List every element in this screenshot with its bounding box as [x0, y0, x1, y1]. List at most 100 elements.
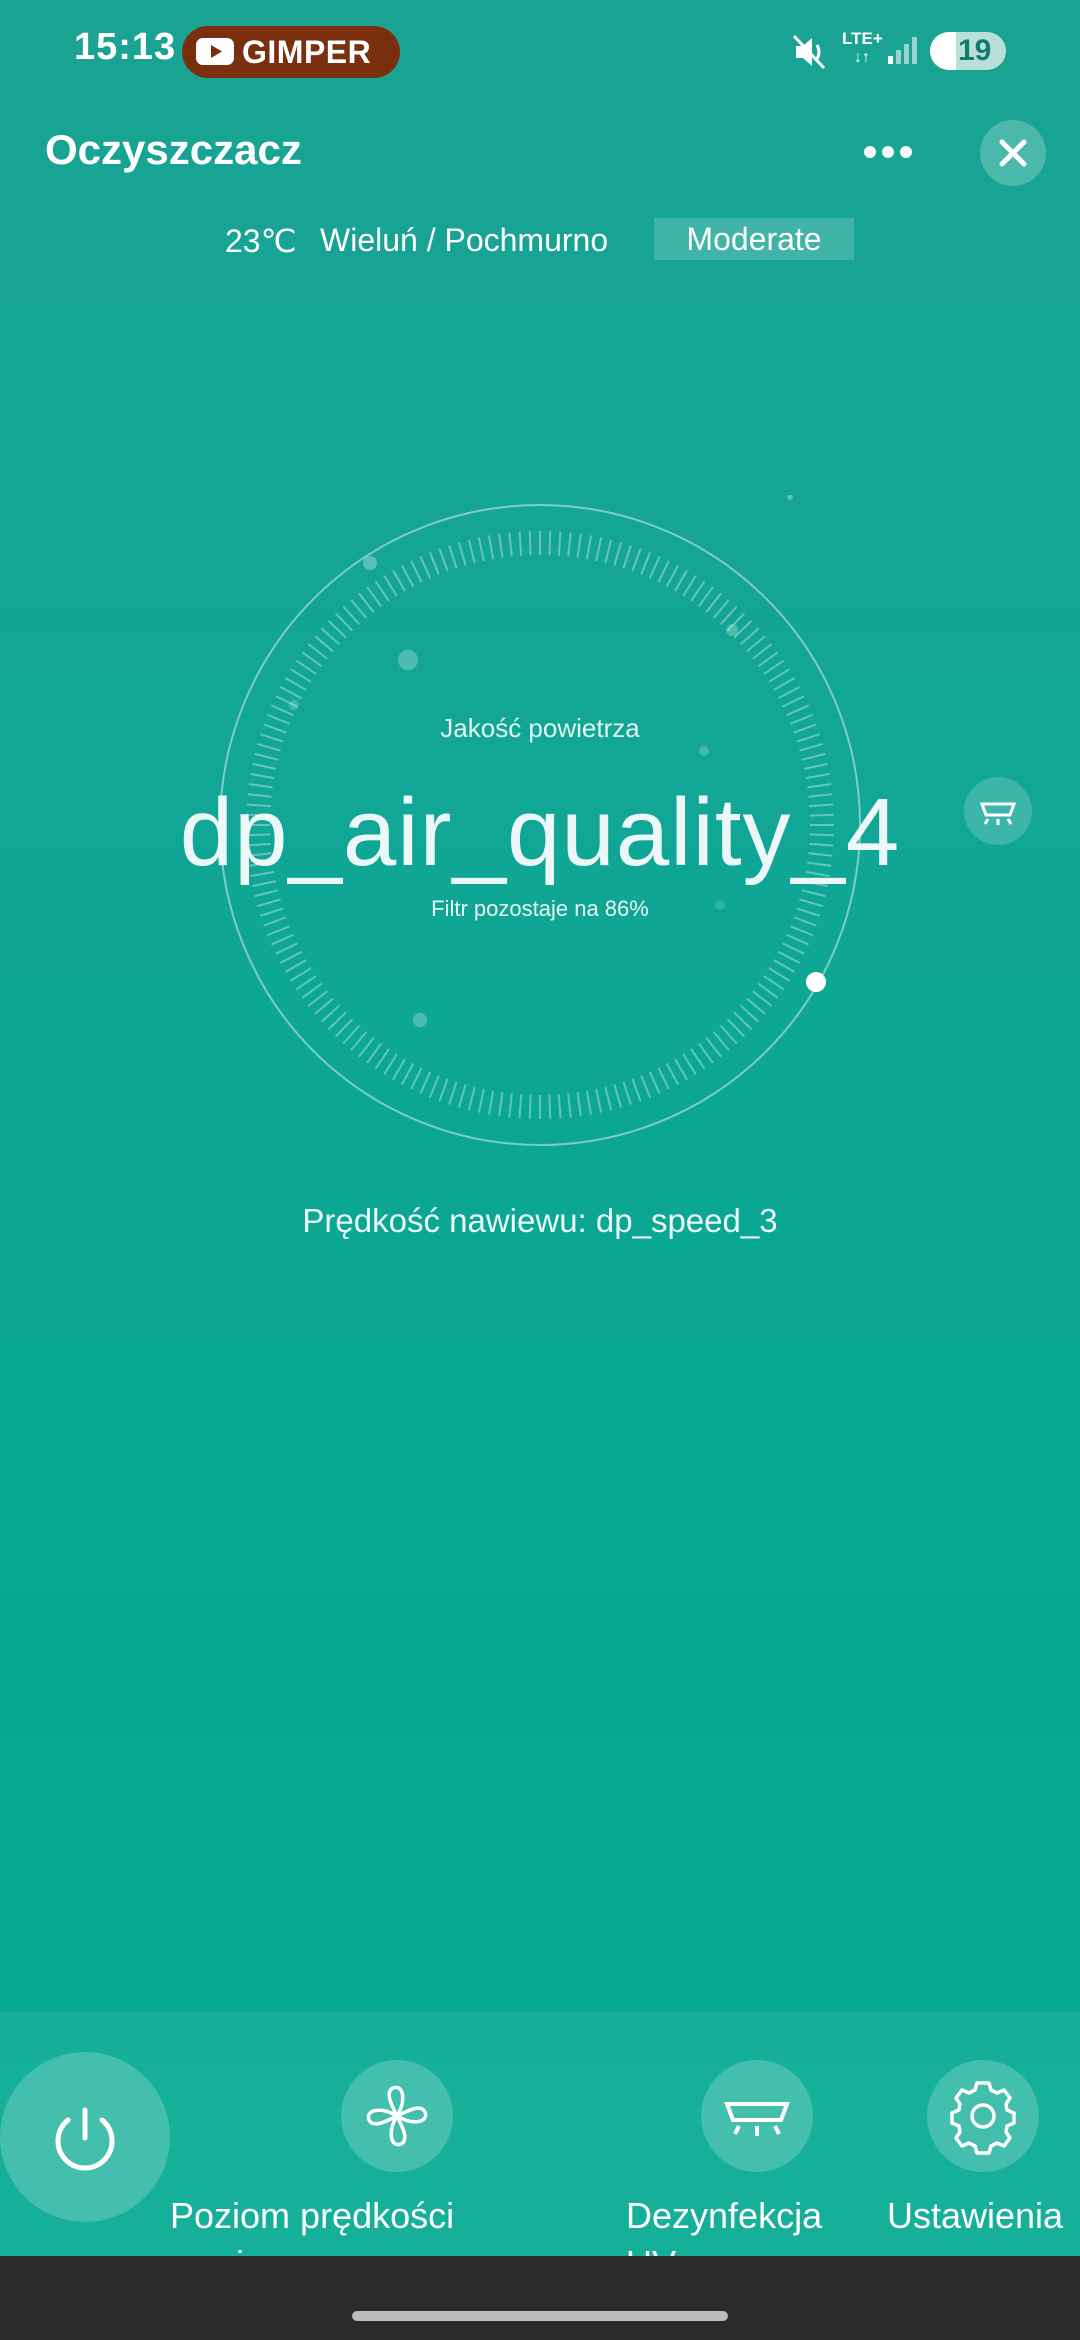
dial-tick — [295, 659, 317, 675]
dial-tick — [697, 1042, 714, 1064]
mute-icon — [792, 34, 826, 70]
fan-speed-text: Prędkość nawiewu: dp_speed_3 — [302, 1202, 778, 1239]
dial-tick — [254, 752, 279, 761]
close-button[interactable] — [980, 120, 1046, 186]
dial-tick — [622, 545, 632, 569]
dial-tick — [763, 659, 785, 675]
dial-tick — [786, 933, 809, 946]
dial-tick — [782, 695, 805, 708]
temperature: 23℃ — [225, 223, 297, 259]
youtube-chip-label: GIMPER — [242, 34, 372, 70]
dial-tick — [712, 1031, 730, 1051]
gear-icon — [950, 2081, 1016, 2155]
dial-tick — [682, 1053, 697, 1075]
dial-tick — [279, 950, 303, 964]
dial-tick — [290, 668, 312, 683]
dial-tick — [498, 1092, 504, 1117]
power-button[interactable] — [0, 2052, 170, 2222]
dial-tick — [803, 762, 828, 770]
dial-tick — [548, 1094, 552, 1119]
dial-tick — [768, 967, 790, 982]
location-weather: Wieluń / Pochmurno — [320, 222, 609, 258]
dial-tick — [508, 1093, 513, 1118]
dial-tick — [448, 1081, 458, 1105]
dial-tick — [327, 620, 347, 639]
dial-tick — [674, 569, 688, 592]
dial-tick — [690, 1048, 706, 1070]
battery-percent: 19 — [958, 34, 992, 67]
dial-tick — [448, 545, 458, 569]
fan-speed-button[interactable] — [341, 2060, 453, 2172]
dial-tick — [307, 643, 328, 660]
dial-tick — [320, 627, 341, 646]
air-quality-value: dp_air_quality_4 — [179, 779, 901, 886]
dial-tick — [477, 537, 485, 562]
dial-tick — [567, 1093, 572, 1118]
dial-tick — [719, 605, 738, 626]
dial-tick — [665, 1062, 679, 1086]
dial-tick — [739, 1004, 760, 1023]
dial-tick — [557, 531, 562, 556]
dial-tick — [419, 1071, 432, 1094]
dial-tick — [290, 967, 312, 982]
dial-tick — [576, 533, 582, 558]
dial-tick — [763, 975, 785, 991]
dial-tick — [640, 1074, 652, 1098]
dial-tick — [275, 942, 298, 955]
dial-tick — [295, 975, 317, 991]
dial-tick — [665, 564, 679, 588]
dial-tick — [518, 1094, 523, 1119]
dial-tick — [613, 1084, 622, 1108]
dial-tick — [438, 548, 449, 572]
dial-tick — [410, 560, 423, 583]
dial-tick — [327, 1011, 347, 1030]
dial-tick — [726, 1018, 745, 1038]
dial-tick — [622, 1081, 632, 1105]
dial-tick — [705, 592, 722, 613]
dial-tick — [657, 1067, 670, 1090]
dial-tick — [392, 1058, 406, 1081]
dial-tick — [467, 539, 476, 564]
dial-tick — [366, 1042, 383, 1064]
settings-label[interactable]: Ustawienia — [887, 2192, 1063, 2240]
air-quality-label: Jakość powietrza — [440, 713, 640, 743]
dial-tick — [477, 1088, 485, 1113]
home-indicator[interactable] — [352, 2311, 728, 2321]
dial-tick — [508, 532, 513, 557]
dial-tick — [383, 575, 398, 597]
dial-tick — [548, 531, 552, 556]
dial-tick — [271, 933, 294, 946]
dial-tick — [410, 1067, 423, 1090]
dial-tick — [284, 677, 307, 691]
dial-indicator — [806, 972, 826, 992]
dial-tick — [631, 1078, 642, 1102]
dial-tick — [595, 1088, 603, 1113]
more-icon[interactable] — [858, 130, 918, 174]
dial-tick — [342, 605, 361, 626]
dial-tick — [631, 548, 642, 572]
page-title: Oczyszczacz — [45, 126, 302, 173]
dial-tick — [682, 575, 697, 597]
fan-speed-label[interactable]: Poziom prędkości nawiewu — [170, 2192, 530, 2256]
dial-tick — [712, 599, 730, 619]
settings-button[interactable] — [927, 2060, 1039, 2172]
dial-tick — [604, 539, 613, 564]
dial-tick — [719, 1024, 738, 1045]
dial-tick — [768, 668, 790, 683]
uv-disinfection-label[interactable]: Dezynfekcja UV — [626, 2192, 866, 2256]
dial-tick — [257, 743, 281, 752]
dial-tick — [746, 635, 766, 653]
dial-tick — [777, 950, 801, 964]
dial-tick — [789, 925, 813, 937]
dial-tick — [342, 1024, 361, 1045]
uv-disinfection-button[interactable] — [701, 2060, 813, 2172]
dial-tick — [267, 925, 291, 937]
dial-tick — [690, 580, 706, 602]
dial-tick — [777, 686, 801, 700]
dial-tick — [739, 627, 760, 646]
uv-side-button[interactable] — [964, 777, 1032, 845]
dial-tick — [648, 556, 661, 579]
dial-tick — [320, 1004, 341, 1023]
dial-tick — [428, 1074, 440, 1098]
dial-tick — [576, 1092, 582, 1117]
